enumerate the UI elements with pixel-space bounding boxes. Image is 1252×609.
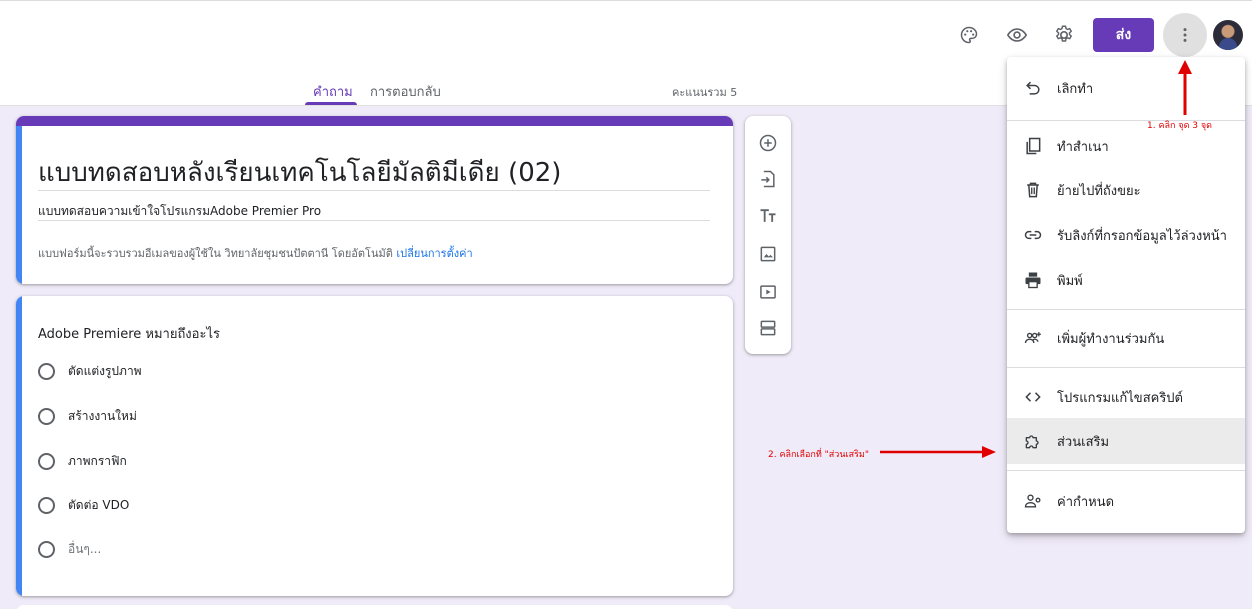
arrow-up-head — [1178, 60, 1192, 74]
arrow-right-head — [982, 446, 996, 458]
annotation-arrows — [880, 60, 1192, 458]
annotation-step2: 2. คลิกเลือกที่ "ส่วนเสริม" — [768, 450, 869, 460]
annotation-step1: 1. คลิก จุด 3 จุด — [1147, 121, 1212, 131]
